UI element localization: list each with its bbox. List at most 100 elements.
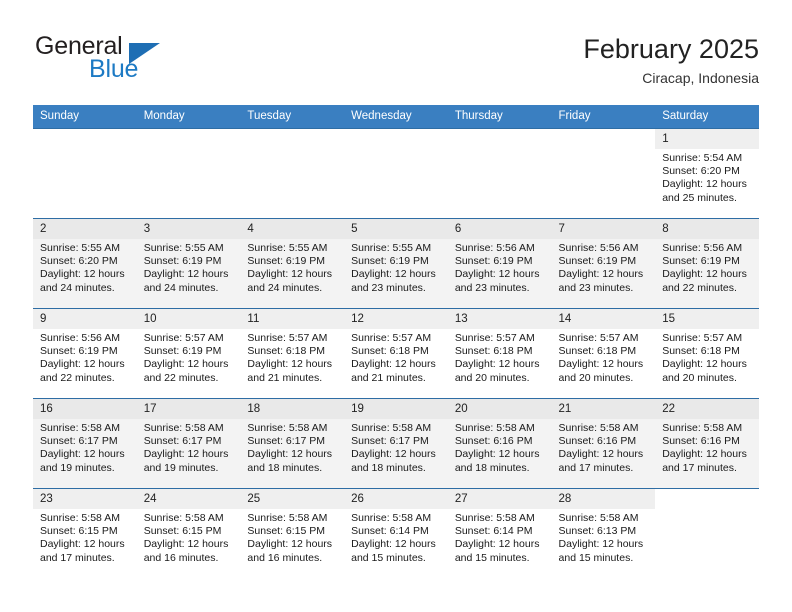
day-details: Sunrise: 5:55 AM Sunset: 6:19 PM Daylight:… [240, 239, 344, 295]
day-number: 22 [655, 399, 759, 419]
calendar-day-cell[interactable]: 15 Sunrise: 5:57 AM Sunset: 6:18 PM Dayligh… [655, 308, 759, 399]
daylight-duration-line1: Daylight: 12 hours [558, 538, 644, 551]
calendar-day-cell[interactable]: 27 Sunrise: 5:58 AM Sunset: 6:14 PM Dayligh… [447, 488, 552, 578]
day-number [33, 129, 137, 149]
calendar-day-cell[interactable]: 23 Sunrise: 5:58 AM Sunset: 6:15 PM Dayligh… [33, 488, 137, 578]
daylight-duration-line1: Daylight: 12 hours [454, 448, 540, 461]
calendar-header-row: Sunday Monday Tuesday Wednesday Thursday… [33, 105, 759, 129]
day-cell-inner: 20 Sunrise: 5:58 AM Sunset: 6:16 PM Dayligh… [447, 399, 552, 488]
sunrise-time: Sunrise: 5:55 AM [351, 242, 432, 254]
daylight-duration-line1: Daylight: 12 hours [40, 268, 125, 281]
sunrise-time: Sunrise: 5:57 AM [662, 332, 743, 344]
day-cell-inner [655, 489, 759, 578]
day-cell-inner: 3 Sunrise: 5:55 AM Sunset: 6:19 PM Daylight… [136, 219, 241, 308]
sunset-time: Sunset: 6:17 PM [247, 435, 326, 448]
sunrise-time: Sunrise: 5:58 AM [351, 422, 432, 434]
day-cell-inner: 12 Sunrise: 5:57 AM Sunset: 6:18 PM Dayligh… [344, 309, 448, 398]
day-number [448, 129, 552, 149]
daylight-duration-line1: Daylight: 12 hours [662, 268, 747, 281]
day-number: 6 [447, 219, 552, 239]
day-number: 23 [33, 489, 137, 509]
day-details: Sunrise: 5:58 AM Sunset: 6:13 PM Daylight:… [552, 509, 656, 565]
calendar-week-row: 9 Sunrise: 5:56 AM Sunset: 6:19 PM Daylight… [33, 308, 759, 399]
calendar-day-cell[interactable]: 13 Sunrise: 5:57 AM Sunset: 6:18 PM Dayligh… [447, 308, 552, 399]
calendar-day-cell[interactable]: 7 Sunrise: 5:56 AM Sunset: 6:19 PM Daylight… [551, 218, 656, 309]
calendar-day-cell[interactable]: 28 Sunrise: 5:58 AM Sunset: 6:13 PM Dayligh… [551, 488, 656, 578]
calendar-day-cell[interactable]: 19 Sunrise: 5:58 AM Sunset: 6:17 PM Dayligh… [344, 398, 448, 489]
day-details: Sunrise: 5:58 AM Sunset: 6:17 PM Daylight:… [240, 419, 344, 475]
day-number: 19 [344, 399, 448, 419]
calendar-day-cell[interactable]: 16 Sunrise: 5:58 AM Sunset: 6:17 PM Dayligh… [33, 398, 137, 489]
calendar-day-cell[interactable]: 2 Sunrise: 5:55 AM Sunset: 6:20 PM Daylight… [33, 218, 137, 309]
calendar-day-cell[interactable]: 1 Sunrise: 5:54 AM Sunset: 6:20 PM Daylight… [655, 128, 759, 219]
calendar-day-cell[interactable]: 11 Sunrise: 5:57 AM Sunset: 6:18 PM Dayligh… [240, 308, 345, 399]
daylight-duration-line1: Daylight: 12 hours [662, 448, 747, 461]
calendar-day-cell[interactable]: 8 Sunrise: 5:56 AM Sunset: 6:19 PM Daylight… [655, 218, 759, 309]
calendar-day-cell[interactable]: 25 Sunrise: 5:58 AM Sunset: 6:15 PM Dayligh… [240, 488, 345, 578]
day-cell-inner: 23 Sunrise: 5:58 AM Sunset: 6:15 PM Dayligh… [33, 489, 137, 578]
calendar-cell-empty [655, 488, 759, 578]
calendar-day-cell[interactable]: 21 Sunrise: 5:58 AM Sunset: 6:16 PM Dayligh… [551, 398, 656, 489]
day-cell-inner: 26 Sunrise: 5:58 AM Sunset: 6:14 PM Dayligh… [344, 489, 448, 578]
daylight-duration-line2: and 21 minutes. [247, 371, 323, 384]
calendar-day-cell[interactable]: 10 Sunrise: 5:57 AM Sunset: 6:19 PM Dayligh… [136, 308, 241, 399]
calendar-day-cell[interactable]: 24 Sunrise: 5:58 AM Sunset: 6:15 PM Dayligh… [136, 488, 241, 578]
sunrise-time: Sunrise: 5:58 AM [454, 512, 535, 524]
day-cell-inner: 16 Sunrise: 5:58 AM Sunset: 6:17 PM Dayligh… [33, 399, 137, 488]
calendar-day-cell[interactable]: 26 Sunrise: 5:58 AM Sunset: 6:14 PM Dayligh… [344, 488, 448, 578]
calendar-table: Sunday Monday Tuesday Wednesday Thursday… [33, 105, 759, 578]
daylight-duration-line1: Daylight: 12 hours [247, 448, 333, 461]
calendar-day-cell[interactable]: 9 Sunrise: 5:56 AM Sunset: 6:19 PM Daylight… [33, 308, 137, 399]
weekday-header-monday: Monday [136, 105, 241, 129]
calendar-day-cell[interactable]: 5 Sunrise: 5:55 AM Sunset: 6:19 PM Daylight… [344, 218, 448, 309]
daylight-duration-line2: and 16 minutes. [247, 551, 323, 564]
daylight-duration-line2: and 15 minutes. [454, 551, 530, 564]
calendar-day-cell[interactable]: 3 Sunrise: 5:55 AM Sunset: 6:19 PM Daylight… [136, 218, 241, 309]
sunrise-time: Sunrise: 5:58 AM [143, 422, 224, 434]
sunrise-time: Sunrise: 5:58 AM [558, 512, 639, 524]
daylight-duration-line2: and 23 minutes. [558, 281, 634, 294]
calendar-week-row: 2 Sunrise: 5:55 AM Sunset: 6:20 PM Daylight… [33, 218, 759, 309]
calendar-day-cell[interactable]: 17 Sunrise: 5:58 AM Sunset: 6:17 PM Dayligh… [136, 398, 241, 489]
sunset-time: Sunset: 6:19 PM [143, 255, 222, 268]
calendar-day-cell[interactable]: 18 Sunrise: 5:58 AM Sunset: 6:17 PM Dayligh… [240, 398, 345, 489]
calendar-cell-empty [344, 128, 448, 219]
sunset-time: Sunset: 6:18 PM [662, 345, 740, 358]
daylight-duration-line2: and 21 minutes. [351, 371, 426, 384]
day-cell-inner [552, 129, 656, 218]
calendar-day-cell[interactable]: 14 Sunrise: 5:57 AM Sunset: 6:18 PM Dayligh… [551, 308, 656, 399]
daylight-duration-line1: Daylight: 12 hours [143, 358, 229, 371]
calendar-week-row: 1 Sunrise: 5:54 AM Sunset: 6:20 PM Daylight… [33, 128, 759, 219]
sunset-time: Sunset: 6:19 PM [662, 255, 740, 268]
page-title: February 2025 [583, 34, 759, 64]
daylight-duration-line1: Daylight: 12 hours [454, 538, 540, 551]
masthead: General Blue February 2025 Ciracap, Indo… [33, 32, 759, 98]
day-details: Sunrise: 5:56 AM Sunset: 6:19 PM Daylight:… [33, 329, 137, 385]
sunrise-time: Sunrise: 5:58 AM [247, 512, 328, 524]
weekday-header-sunday: Sunday [33, 105, 137, 129]
day-details: Sunrise: 5:57 AM Sunset: 6:18 PM Daylight:… [448, 329, 552, 385]
calendar-day-cell[interactable]: 22 Sunrise: 5:58 AM Sunset: 6:16 PM Dayligh… [655, 398, 759, 489]
daylight-duration-line1: Daylight: 12 hours [40, 538, 125, 551]
day-details: Sunrise: 5:57 AM Sunset: 6:18 PM Daylight:… [240, 329, 344, 385]
daylight-duration-line1: Daylight: 12 hours [454, 358, 540, 371]
calendar-day-cell[interactable]: 12 Sunrise: 5:57 AM Sunset: 6:18 PM Dayligh… [344, 308, 448, 399]
sunrise-time: Sunrise: 5:55 AM [143, 242, 224, 254]
day-cell-inner: 19 Sunrise: 5:58 AM Sunset: 6:17 PM Dayligh… [344, 399, 448, 488]
daylight-duration-line1: Daylight: 12 hours [143, 538, 229, 551]
daylight-duration-line1: Daylight: 12 hours [247, 268, 333, 281]
sunrise-time: Sunrise: 5:57 AM [247, 332, 328, 344]
sunset-time: Sunset: 6:15 PM [247, 525, 326, 538]
daylight-duration-line2: and 19 minutes. [40, 461, 115, 474]
calendar-day-cell[interactable]: 20 Sunrise: 5:58 AM Sunset: 6:16 PM Dayligh… [447, 398, 552, 489]
general-blue-logo[interactable]: General Blue [33, 32, 213, 90]
calendar-day-cell[interactable]: 6 Sunrise: 5:56 AM Sunset: 6:19 PM Daylight… [447, 218, 552, 309]
daylight-duration-line1: Daylight: 12 hours [247, 358, 333, 371]
daylight-duration-line1: Daylight: 12 hours [662, 358, 747, 371]
daylight-duration-line2: and 18 minutes. [247, 461, 323, 474]
calendar-day-cell[interactable]: 4 Sunrise: 5:55 AM Sunset: 6:19 PM Daylight… [240, 218, 345, 309]
sunrise-time: Sunrise: 5:56 AM [558, 242, 639, 254]
sunrise-time: Sunrise: 5:58 AM [662, 422, 743, 434]
day-number [240, 129, 344, 149]
sunset-time: Sunset: 6:14 PM [454, 525, 533, 538]
